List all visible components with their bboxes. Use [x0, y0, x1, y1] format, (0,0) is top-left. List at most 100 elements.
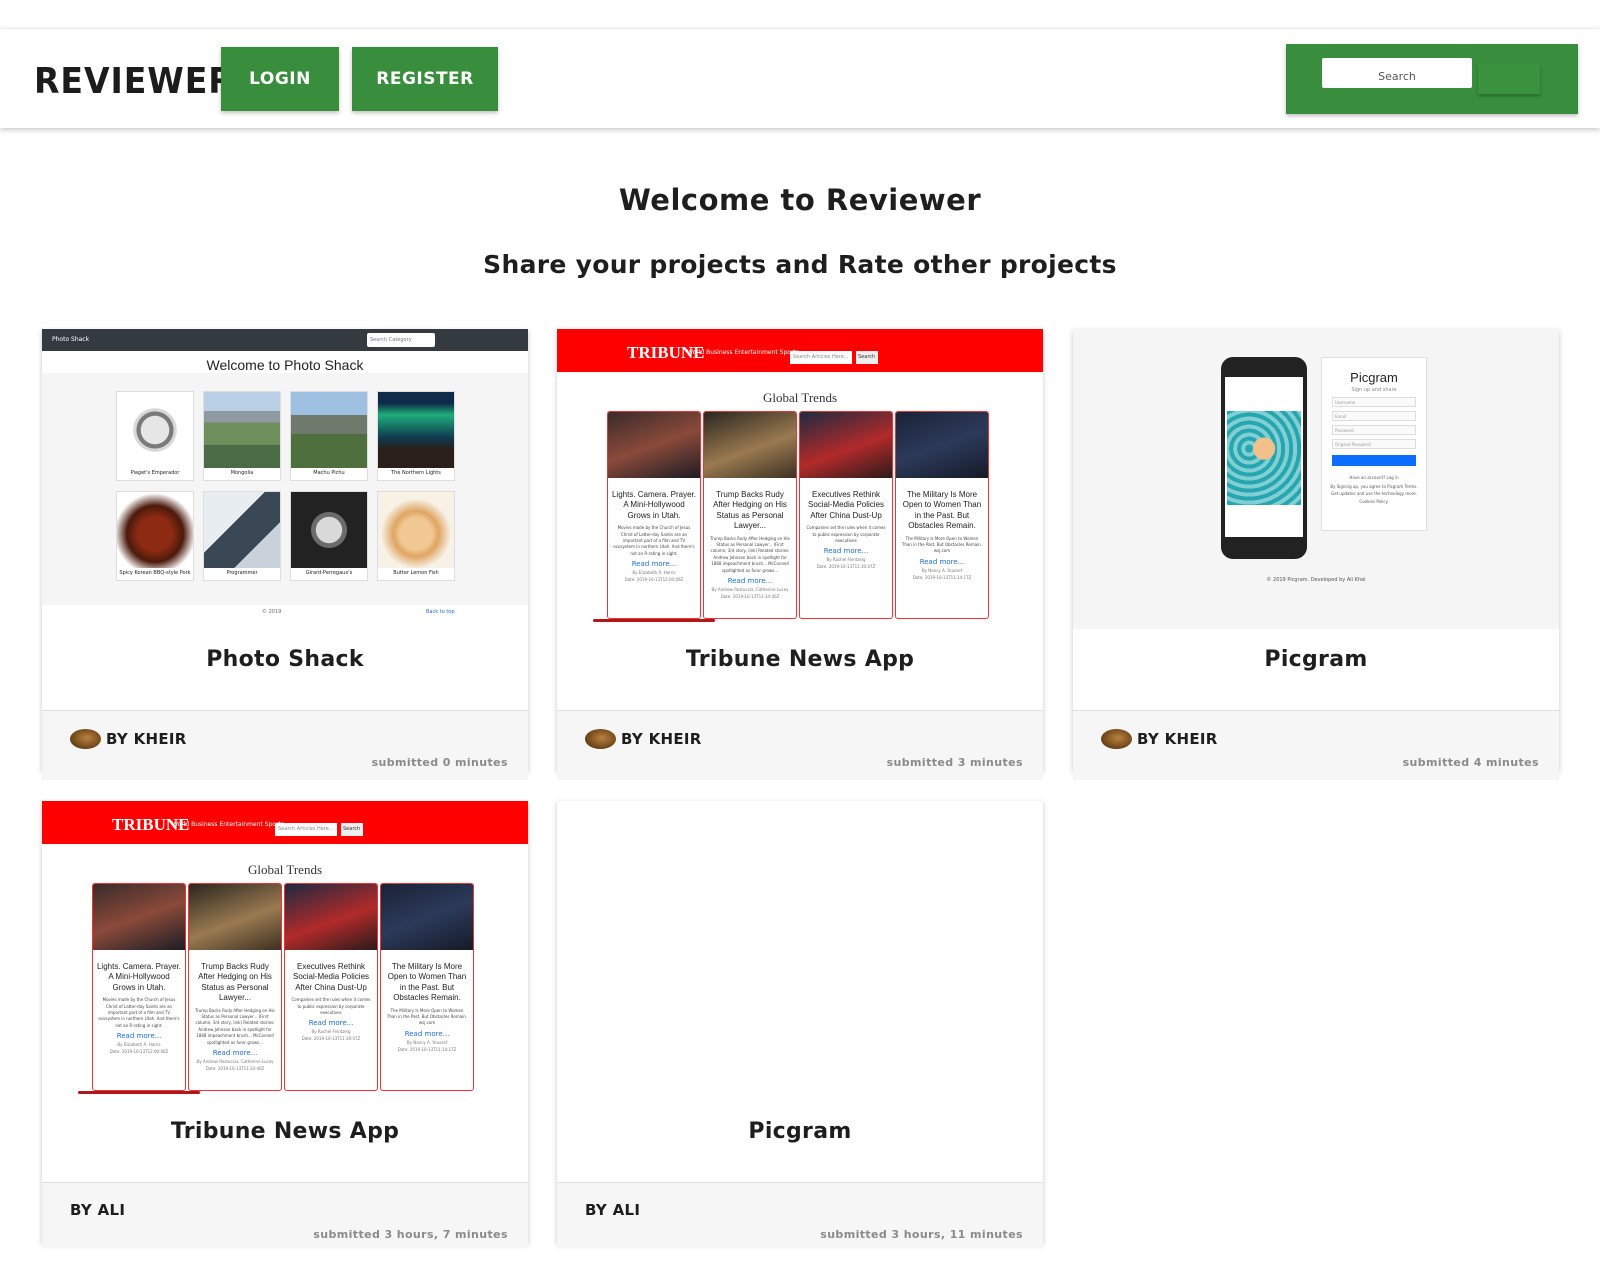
author: BY ALI	[585, 1201, 640, 1219]
preview-article-title: Executives Rethink Social-Media Policies…	[807, 490, 885, 520]
preview-search: Search Category	[367, 333, 435, 347]
author-name: BY ALI	[70, 1201, 126, 1219]
preview-read-more: Read more...	[212, 1048, 258, 1057]
preview-tile: Spicy Korean BBQ-style Pork	[116, 491, 194, 581]
project-title[interactable]: Photo Shack	[42, 647, 528, 672]
project-title[interactable]: Picgram	[557, 1119, 1043, 1144]
preview-phone	[1221, 357, 1307, 559]
preview-field: Original Password	[1332, 439, 1416, 449]
author-name: BY KHEIR	[106, 730, 187, 748]
project-title[interactable]: Tribune News App	[42, 1119, 528, 1144]
preview-heading: Global Trends	[247, 862, 323, 877]
preview-article-text: The Military Is More Open to Women Than …	[386, 1007, 468, 1026]
project-card[interactable]: Photo Shack Search Category Welcome to P…	[42, 329, 528, 780]
submitted-time: submitted 0 minutes	[371, 756, 508, 769]
preview-read-more: Read more...	[631, 560, 677, 569]
project-title[interactable]: Tribune News App	[557, 647, 1043, 672]
preview-article-title: Trump Backs Rudy After Hedging on His St…	[198, 962, 272, 1003]
preview-article-text: The Military Is More Open to Women Than …	[901, 535, 983, 554]
preview-article-text: Movies made by the Church of Jesus Chris…	[613, 525, 695, 556]
preview-article-title: Lights. Camera. Prayer. A Mini-Hollywood…	[611, 490, 697, 520]
preview-article: The Military Is More Open to Women Than …	[895, 411, 989, 619]
project-card[interactable]: TRIBUNE World Business Entertainment Spo…	[557, 329, 1043, 780]
preview-date: Date: 2019-10-13T11:34:40Z	[720, 593, 780, 599]
project-screenshot[interactable]	[557, 801, 1043, 1101]
preview-date: Date: 2019-10-13T11:30:07Z	[816, 564, 876, 570]
preview-subtitle: Sign up and share	[1351, 387, 1397, 393]
avatar	[1101, 729, 1132, 749]
preview-article-text: Companies set the rules when it comes to…	[806, 525, 886, 543]
project-screenshot[interactable]: Photo Shack Search Category Welcome to P…	[42, 329, 528, 629]
preview-field: Password	[1332, 425, 1416, 435]
preview-caption: Butter Lemon Fish	[393, 570, 439, 576]
preview-search-button: Search	[341, 823, 363, 836]
preview-article: The Military Is More Open to Women Than …	[380, 883, 474, 1091]
register-button[interactable]: REGISTER	[352, 47, 498, 111]
preview-read-more: Read more...	[116, 1032, 162, 1041]
preview-article-text: Movies made by the Church of Jesus Chris…	[98, 997, 180, 1028]
preview-caption: Piaget's Emperador	[130, 470, 180, 476]
preview-tile: Piaget's Emperador	[116, 391, 194, 481]
preview-navbar: Photo Shack Search Category	[42, 329, 528, 351]
search-input[interactable]: Search	[1322, 58, 1472, 88]
preview-gallery: Piaget's Emperador Mongolia Machu Pichu …	[42, 373, 528, 605]
login-button[interactable]: LOGIN	[221, 47, 339, 111]
preview-navbar: TRIBUNE World Business Entertainment Spo…	[557, 329, 1043, 372]
preview-article-text: Trump Backs Rudy After Hedging on His St…	[195, 1007, 275, 1045]
project-card[interactable]: Picgram BY ALI submitted 3 hours, 11 min…	[557, 801, 1043, 1248]
preview-byline: By Andrew Restuccia, Catherine Lucey	[196, 1058, 274, 1064]
preview-article: Executives Rethink Social-Media Policies…	[799, 411, 893, 619]
project-card[interactable]: Picgram Sign up and share Username Email…	[1073, 329, 1559, 780]
preview-caption: Spicy Korean BBQ-style Pork	[119, 570, 191, 576]
preview-date: Date: 2019-10-13T11:30:07Z	[301, 1036, 361, 1042]
preview-date: Date: 2019-10-13T12:00:06Z	[624, 577, 684, 583]
preview-nav: World Business Entertainment Sports	[172, 821, 284, 828]
project-title[interactable]: Picgram	[1073, 647, 1559, 672]
preview-heading: Global Trends	[762, 390, 838, 405]
preview-date: Date: 2019-10-13T11:14:17Z	[912, 574, 972, 580]
preview-navbar: TRIBUNE World Business Entertainment Spo…	[42, 801, 528, 844]
submitted-time: submitted 3 hours, 11 minutes	[820, 1228, 1023, 1241]
brand-logo[interactable]: REVIEWER	[34, 61, 235, 102]
preview-brand: Photo Shack	[52, 336, 90, 343]
preview-tile: Mongolia	[203, 391, 281, 481]
preview-signup-button	[1332, 455, 1416, 466]
card-footer: BY ALI submitted 3 hours, 11 minutes	[557, 1182, 1043, 1248]
preview-copyright: © 2019	[262, 609, 282, 615]
project-card[interactable]: TRIBUNE World Business Entertainment Spo…	[42, 801, 528, 1248]
preview-tile: Girard-Perregaux's	[290, 491, 368, 581]
project-screenshot[interactable]: TRIBUNE World Business Entertainment Spo…	[42, 801, 528, 1101]
preview-caption: Mongolia	[230, 470, 254, 476]
preview-search-button: Search	[856, 351, 878, 364]
preview-search: Search Articles Here...	[790, 351, 852, 364]
preview-date: Date: 2019-10-13T11:34:40Z	[205, 1065, 265, 1071]
preview-caption: Machu Pichu	[313, 470, 345, 476]
author: BY KHEIR	[1101, 729, 1218, 749]
project-screenshot[interactable]: Picgram Sign up and share Username Email…	[1073, 329, 1559, 629]
author-name: BY KHEIR	[1137, 730, 1218, 748]
preview-title: Picgram	[1350, 370, 1398, 385]
preview-field: Email	[1332, 411, 1416, 421]
preview-field: Username	[1332, 397, 1416, 407]
preview-read-more: Read more...	[823, 547, 869, 556]
submitted-time: submitted 3 minutes	[886, 756, 1023, 769]
preview-nav: World Business Entertainment Sports	[687, 349, 799, 356]
preview-terms: By Signing up, you agree to Picgram Term…	[1330, 484, 1418, 504]
preview-search: Search Articles Here...	[275, 823, 337, 836]
author-name: BY ALI	[585, 1201, 641, 1219]
page-subtitle: Share your projects and Rate other proje…	[483, 250, 1117, 279]
preview-article-title: Executives Rethink Social-Media Policies…	[292, 962, 370, 992]
search-button[interactable]	[1478, 64, 1540, 94]
preview-article-text: Trump Backs Rudy After Hedging on His St…	[710, 535, 790, 573]
preview-article: Trump Backs Rudy After Hedging on His St…	[188, 883, 282, 1091]
preview-back-to-top: Back to top	[426, 609, 455, 615]
project-screenshot[interactable]: TRIBUNE World Business Entertainment Spo…	[557, 329, 1043, 629]
author-name: BY KHEIR	[621, 730, 702, 748]
submitted-time: submitted 4 minutes	[1402, 756, 1539, 769]
preview-read-more: Read more...	[919, 557, 965, 566]
preview-tile: The Northern Lights	[377, 391, 455, 481]
preview-scrollbar	[593, 619, 715, 622]
preview-byline: By Elizabeth A. Harris	[632, 570, 676, 576]
search-form: Search	[1286, 44, 1578, 114]
preview-tile: Butter Lemon Fish	[377, 491, 455, 581]
